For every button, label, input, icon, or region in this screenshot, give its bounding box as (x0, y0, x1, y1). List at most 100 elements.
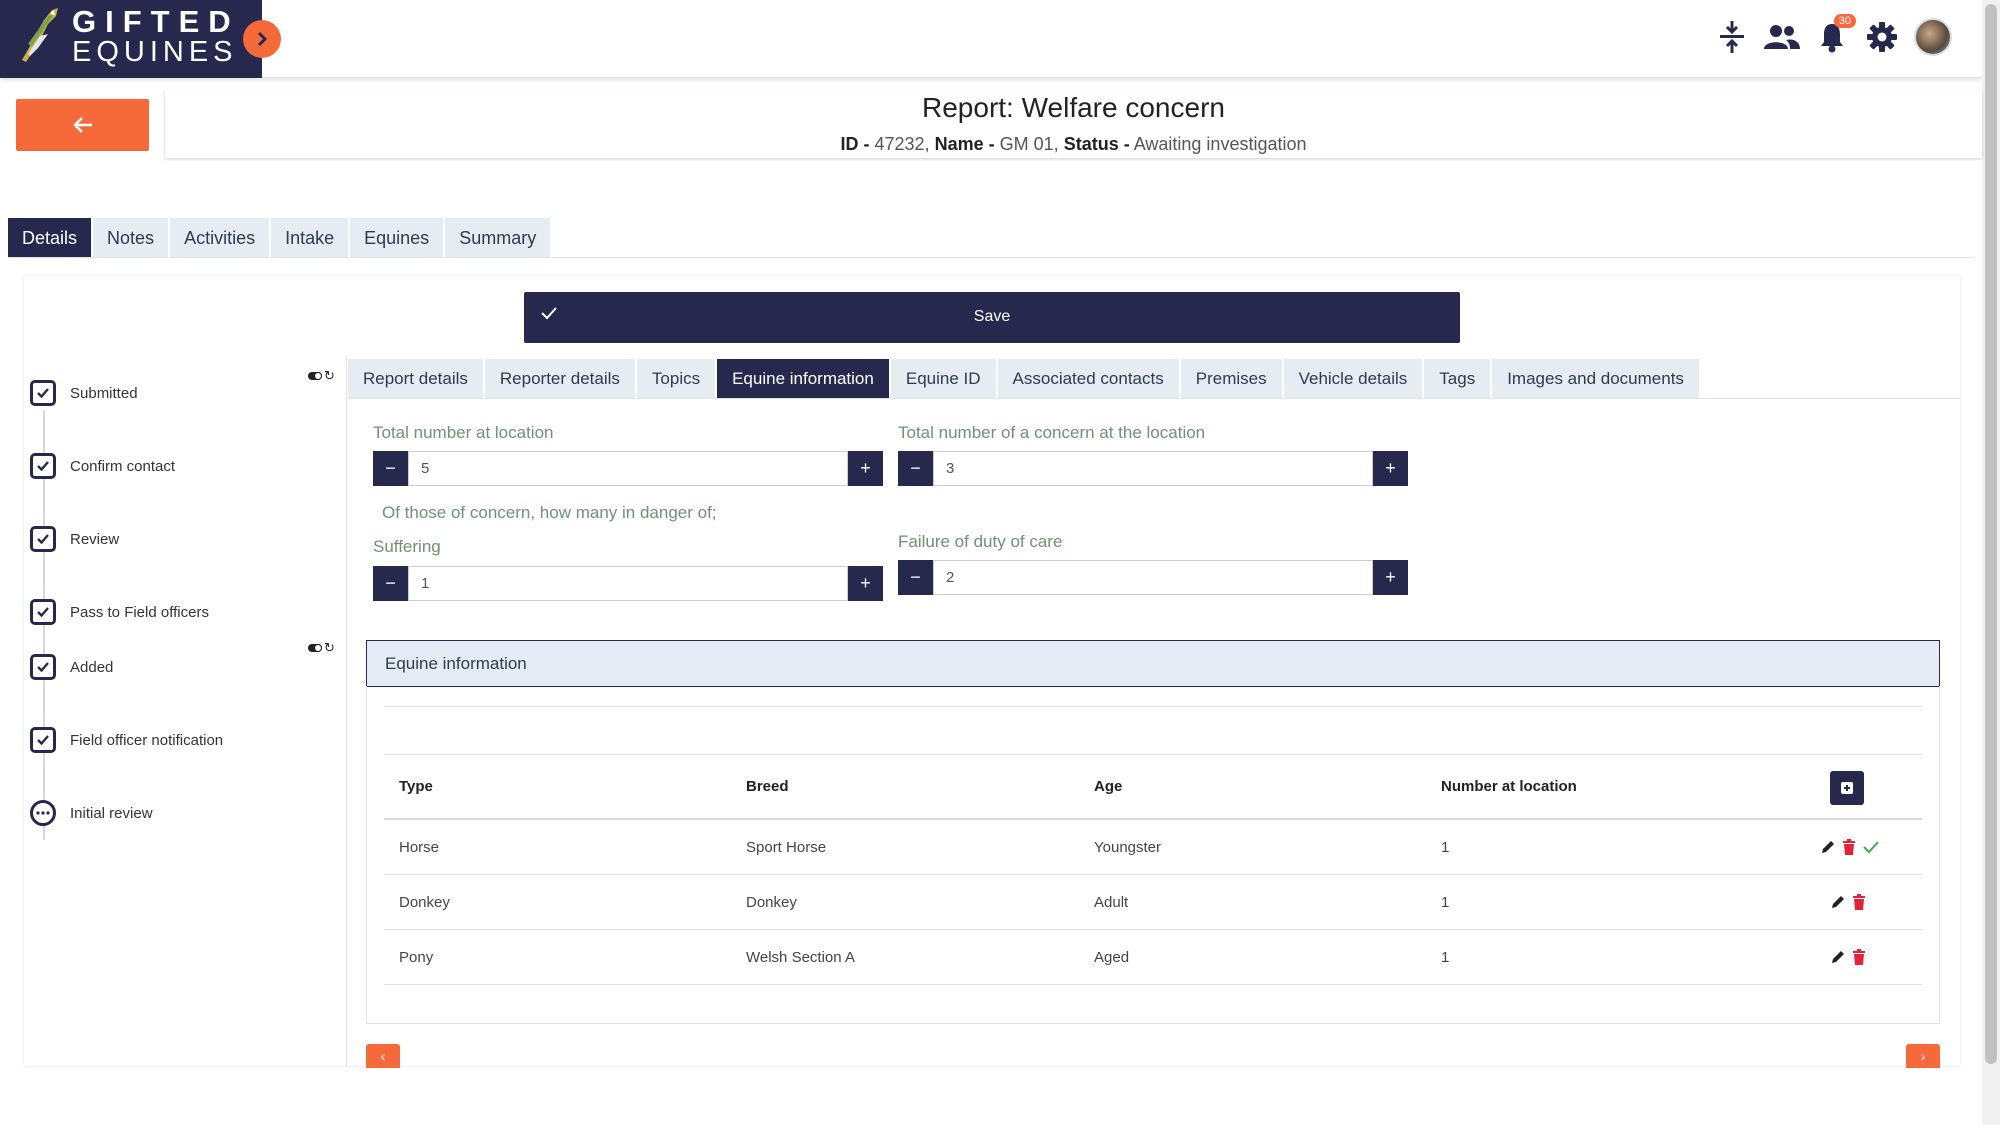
pencil-icon[interactable] (1830, 894, 1846, 910)
step-initial-review[interactable]: Initial review (30, 800, 153, 826)
notifications-button[interactable]: 30 (1814, 14, 1856, 56)
table-row: Horse Sport Horse Youngster 1 (384, 820, 1922, 875)
decrement-button[interactable]: − (373, 566, 408, 601)
sidebar-expand-button[interactable] (243, 20, 281, 58)
trash-icon[interactable] (1852, 949, 1866, 965)
notification-count-badge: 30 (1833, 14, 1856, 28)
page-footer (0, 1068, 1982, 1125)
increment-button[interactable]: + (1373, 560, 1408, 595)
tab-equine-information[interactable]: Equine information (717, 359, 889, 399)
id-value: 47232, (874, 134, 930, 154)
name-value: GM 01, (999, 134, 1059, 154)
page-scrollbar[interactable] (1982, 0, 2000, 1125)
refresh-icon[interactable]: ↻ (324, 368, 335, 384)
trash-icon[interactable] (1842, 839, 1856, 855)
equine-table: Type Breed Age Number at location Horse … (384, 754, 1922, 985)
tab-equines[interactable]: Equines (350, 218, 444, 258)
decrement-button[interactable]: − (898, 560, 933, 595)
tab-details[interactable]: Details (8, 218, 92, 258)
refresh-icon[interactable]: ↻ (324, 640, 335, 656)
decrement-button[interactable]: − (373, 451, 408, 486)
tabs-divider (8, 257, 1974, 258)
failure-duty-label: Failure of duty of care (898, 532, 1063, 551)
step-added[interactable]: Added (30, 654, 113, 680)
step-submitted[interactable]: Submitted (30, 380, 138, 406)
next-page-button[interactable]: › (1906, 1044, 1940, 1068)
tab-equine-id[interactable]: Equine ID (890, 359, 996, 399)
pencil-icon[interactable] (1820, 839, 1836, 855)
step-controls-1[interactable]: ↻ (308, 368, 335, 384)
cell-number: 1 (1441, 838, 1450, 856)
brand-logo[interactable]: GIFTED EQUINES (0, 0, 262, 78)
step-label: Review (70, 530, 120, 548)
decrement-button[interactable]: − (898, 451, 933, 486)
step-label: Submitted (70, 384, 138, 402)
equine-information-header[interactable]: Equine information (366, 640, 1940, 687)
step-pass-to-field-officers[interactable]: Pass to Field officers (30, 599, 209, 625)
column-header-number: Number at location (1441, 778, 1577, 795)
cell-type: Donkey (399, 893, 450, 911)
tab-activities[interactable]: Activities (170, 218, 270, 258)
step-controls-2[interactable]: ↻ (308, 640, 335, 656)
total-at-location-stepper: − + (373, 451, 883, 486)
step-label: Pass to Field officers (70, 603, 209, 621)
tab-associated-contacts[interactable]: Associated contacts (997, 359, 1179, 399)
tab-images-and-documents[interactable]: Images and documents (1492, 359, 1699, 399)
settings-button[interactable] (1864, 18, 1900, 56)
step-field-officer-notification[interactable]: Field officer notification (30, 727, 223, 753)
increment-button[interactable]: + (848, 451, 883, 486)
add-equine-button[interactable] (1830, 771, 1864, 805)
checkbox-checked-icon (30, 654, 56, 680)
table-row: Donkey Donkey Adult 1 (384, 875, 1922, 930)
suffering-input[interactable] (408, 566, 848, 601)
users-icon (1764, 25, 1800, 49)
tab-reporter-details[interactable]: Reporter details (484, 359, 635, 399)
total-concern-input[interactable] (933, 451, 1373, 486)
total-at-location-input[interactable] (408, 451, 848, 486)
tab-summary[interactable]: Summary (445, 218, 551, 258)
trash-icon[interactable] (1852, 894, 1866, 910)
checkbox-checked-icon (30, 526, 56, 552)
tab-notes[interactable]: Notes (93, 218, 169, 258)
report-meta: ID - 47232, Name - GM 01, Status - Await… (165, 134, 1982, 155)
step-label: Field officer notification (70, 731, 224, 749)
checkbox-checked-icon (30, 727, 56, 753)
top-header: GIFTED EQUINES 30 (0, 0, 1982, 78)
increment-button[interactable]: + (1373, 451, 1408, 486)
table-top-divider (384, 706, 1922, 707)
toggle-icon[interactable] (308, 372, 322, 380)
step-review[interactable]: Review (30, 526, 119, 552)
id-label: ID - (840, 134, 870, 154)
tab-report-details[interactable]: Report details (348, 359, 483, 399)
tab-premises[interactable]: Premises (1180, 359, 1282, 399)
pencil-icon[interactable] (1830, 949, 1846, 965)
main-tabs: Details Notes Activities Intake Equines … (8, 218, 551, 258)
prev-page-button[interactable]: ‹ (366, 1044, 400, 1068)
step-label: Confirm contact (70, 457, 176, 475)
tab-vehicle-details[interactable]: Vehicle details (1283, 359, 1423, 399)
step-confirm-contact[interactable]: Confirm contact (30, 453, 175, 479)
tab-tags[interactable]: Tags (1424, 359, 1491, 399)
table-header-row: Type Breed Age Number at location (384, 754, 1922, 820)
check-icon[interactable] (1862, 840, 1880, 854)
back-button[interactable] (16, 99, 149, 151)
users-button[interactable] (1764, 18, 1800, 56)
horse-logo-icon (22, 8, 58, 62)
toggle-icon[interactable] (308, 644, 322, 652)
scrollbar-thumb[interactable] (1985, 4, 1997, 1064)
step-label: Added (70, 658, 114, 676)
checkbox-checked-icon (30, 380, 56, 406)
user-avatar[interactable] (1914, 18, 1952, 56)
arrow-left-icon (72, 117, 92, 133)
save-button[interactable]: Save (524, 292, 1460, 343)
tab-topics[interactable]: Topics (636, 359, 716, 399)
brand-name-line2: EQUINES (72, 36, 238, 68)
collapse-vertical-button[interactable] (1714, 18, 1750, 56)
cell-breed: Donkey (746, 893, 797, 911)
status-label: Status - (1063, 134, 1130, 154)
failure-duty-input[interactable] (933, 560, 1373, 595)
checkbox-checked-icon (30, 453, 56, 479)
increment-button[interactable]: + (848, 566, 883, 601)
tab-intake[interactable]: Intake (271, 218, 349, 258)
row-actions (1830, 875, 1866, 929)
